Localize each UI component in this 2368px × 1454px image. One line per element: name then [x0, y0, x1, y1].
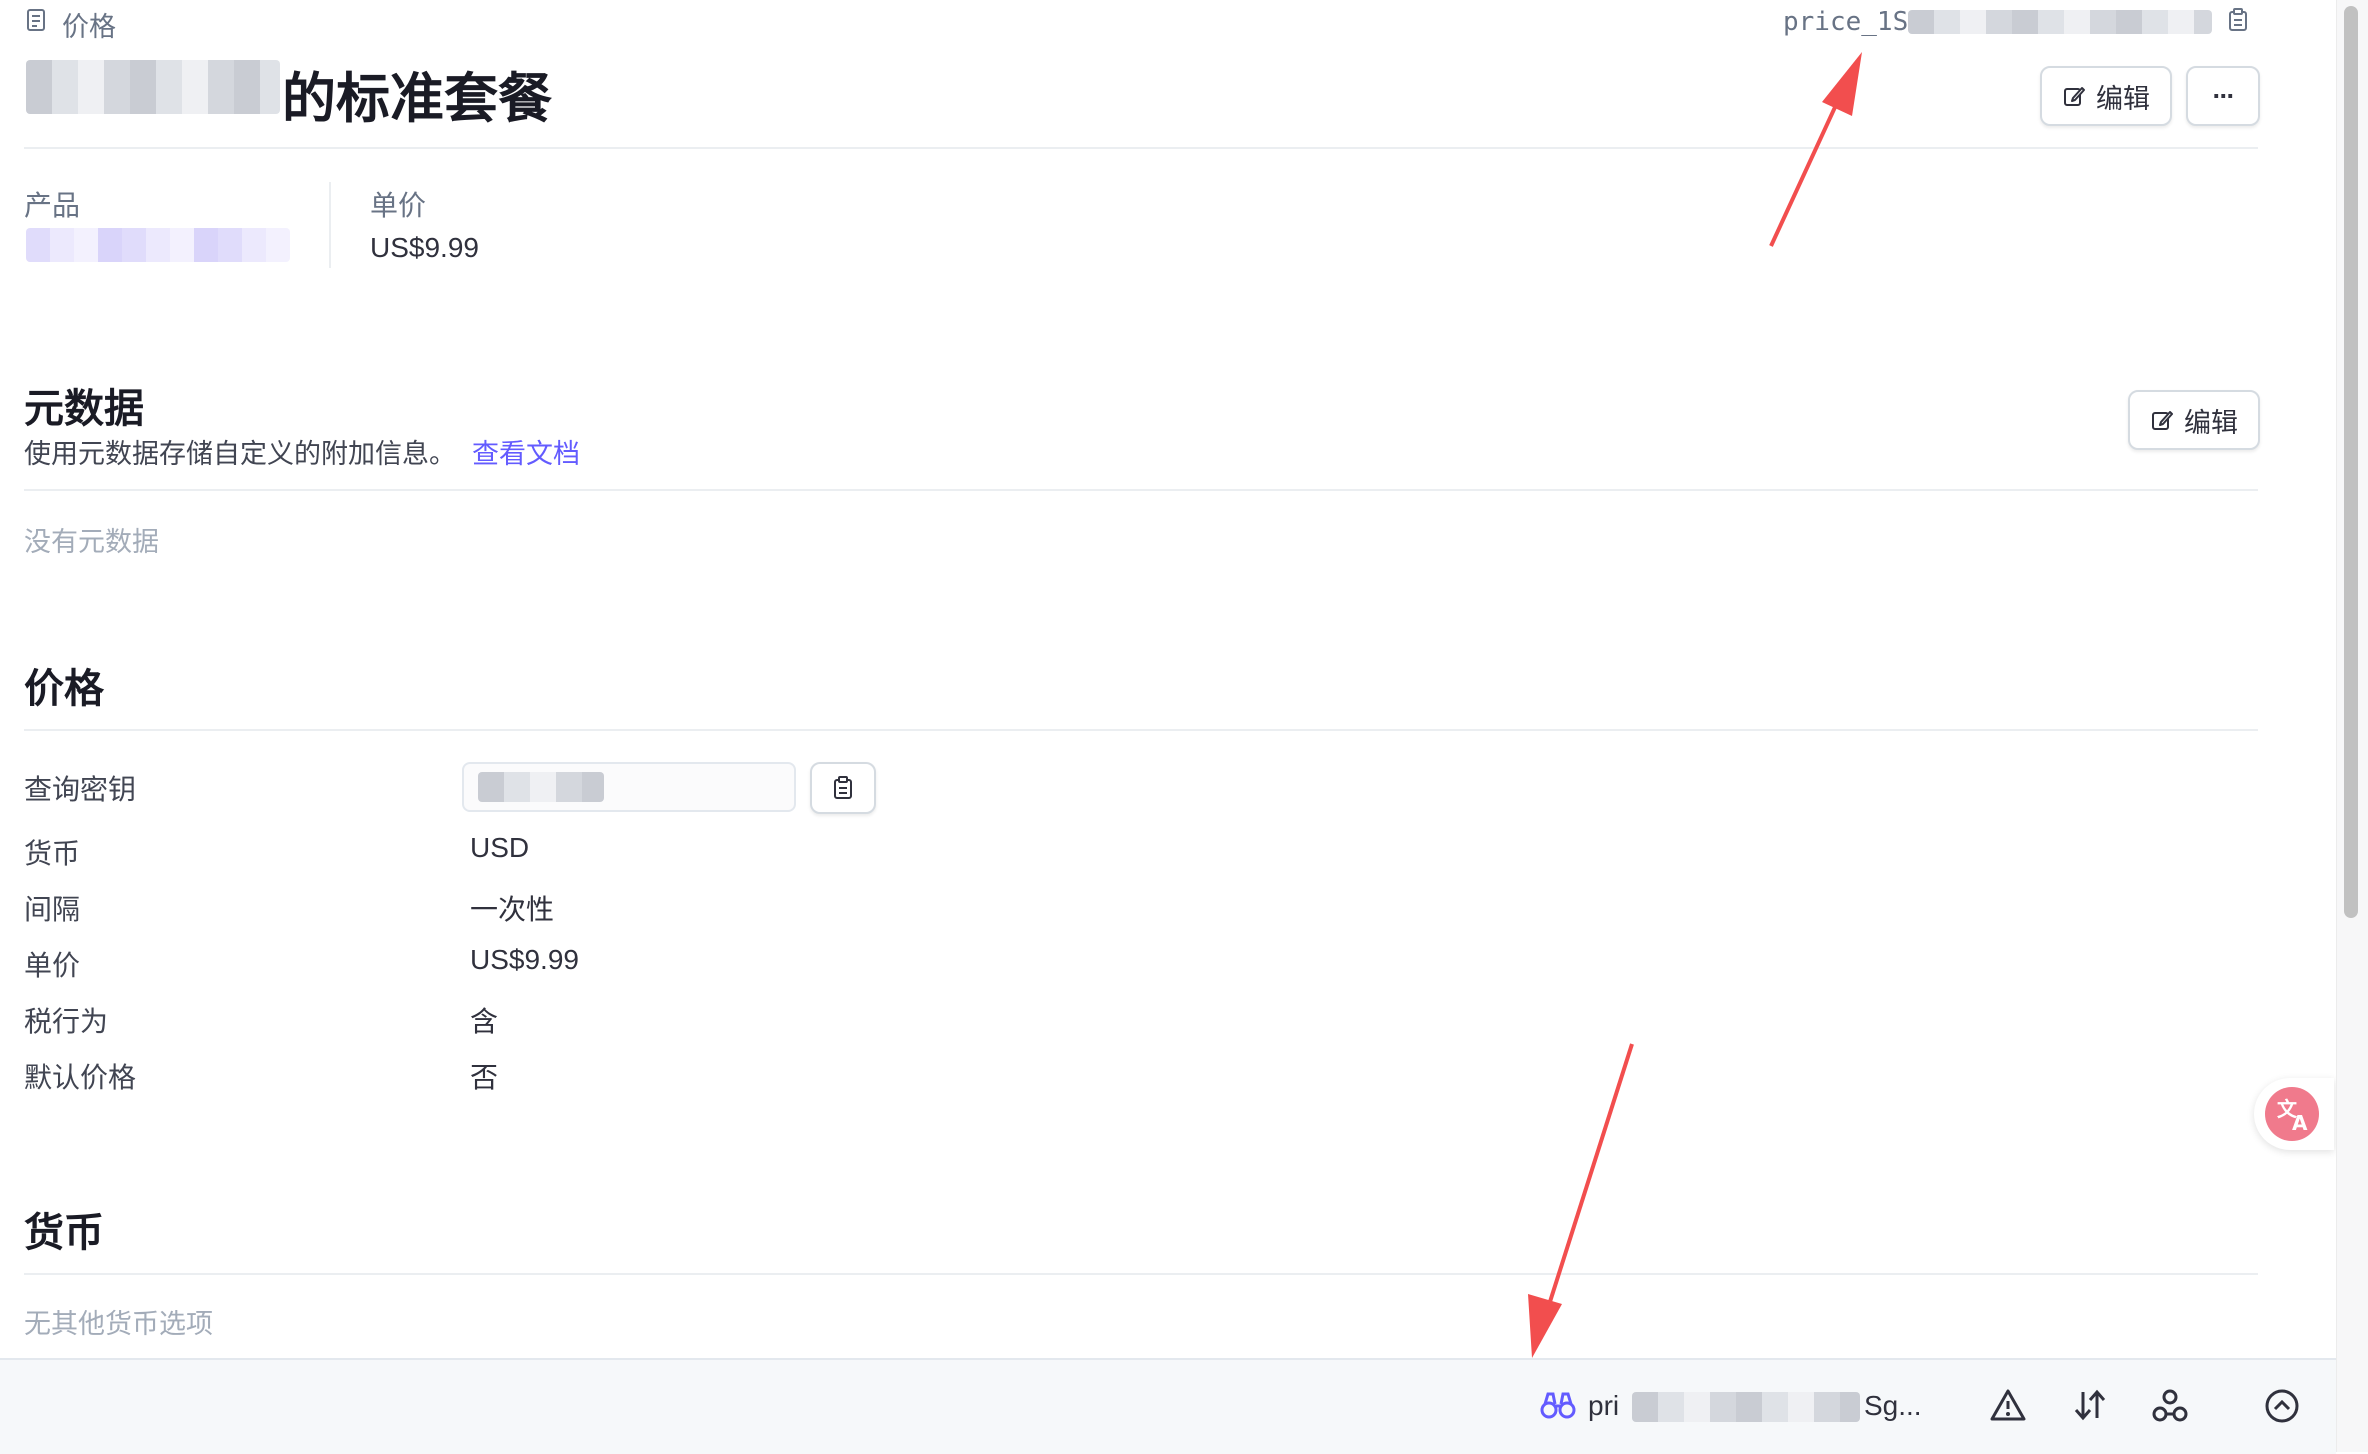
annotation-arrows	[1528, 52, 1862, 1358]
annotation-arrow-bottom	[1528, 1043, 1634, 1358]
annotation-arrow-top	[1769, 52, 1862, 247]
